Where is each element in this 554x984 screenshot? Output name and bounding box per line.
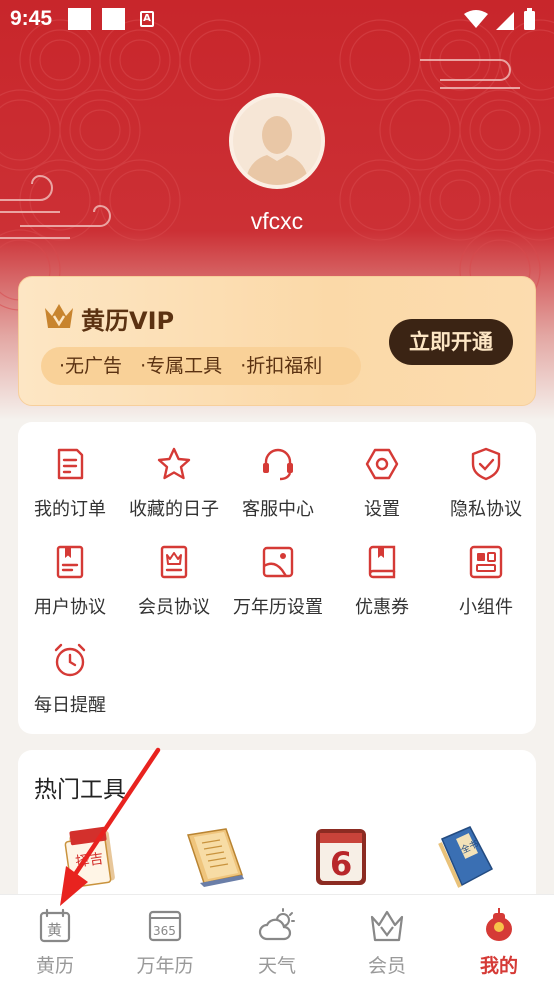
- menu-item-calendar-settings[interactable]: 万年历设置: [226, 520, 330, 618]
- tab-vip[interactable]: 会员: [332, 895, 442, 984]
- menu-item-label: 隐私协议: [450, 499, 522, 520]
- menu-item-label: 会员协议: [138, 597, 210, 618]
- tab-label: 黄历: [35, 955, 74, 977]
- order-icon: [57, 448, 84, 480]
- menu-item-label: 客服中心: [242, 499, 314, 520]
- huangli-glyph: 黄: [47, 921, 62, 939]
- notification-icon: [102, 8, 125, 30]
- menu-item-member-agreement[interactable]: 会员协议: [122, 520, 226, 618]
- headset-icon: [263, 448, 293, 481]
- vip-perk: ·无广告: [59, 355, 123, 377]
- tab-weather[interactable]: 天气: [222, 895, 332, 984]
- huangli-tab-icon: 黄: [39, 908, 71, 943]
- menu-item-label: 收藏的日子: [129, 499, 219, 520]
- vip-perk: ·折扣福利: [240, 355, 323, 377]
- menu-item-privacy[interactable]: 隐私协议: [434, 422, 538, 520]
- blue-book-tool-icon[interactable]: 全书: [430, 825, 500, 889]
- menu-item-label: 设置: [364, 499, 400, 520]
- menu-item-coupons[interactable]: 优惠券: [330, 520, 434, 618]
- calendar-365-glyph: 365: [153, 924, 176, 938]
- widget-icon: [469, 545, 503, 579]
- tab-profile[interactable]: 我的: [444, 895, 554, 984]
- almanac-tool-icon[interactable]: 择吉: [58, 825, 128, 889]
- notification-icon: [68, 8, 91, 30]
- menu-item-label: 每日提醒: [34, 695, 106, 716]
- calendar-6-tool-icon[interactable]: 6: [306, 825, 376, 889]
- open-vip-button[interactable]: 立即开通: [389, 319, 513, 365]
- crown-icon: [45, 304, 73, 328]
- tab-label: 天气: [257, 955, 296, 977]
- shield-icon: [471, 447, 501, 481]
- coupon-icon: [368, 545, 396, 579]
- menu-item-settings[interactable]: 设置: [330, 422, 434, 520]
- vip-crown-tab-icon: [370, 910, 404, 942]
- hot-tools-section: 热门工具 择吉 6 全书: [18, 750, 536, 910]
- accessibility-icon: A: [140, 11, 154, 27]
- calendar-365-tab-icon: 365: [148, 910, 182, 942]
- alarm-icon: [54, 643, 86, 677]
- tab-huangli[interactable]: 黄 黄历: [0, 895, 110, 984]
- menu-item-orders[interactable]: 我的订单: [18, 422, 122, 520]
- avatar[interactable]: [229, 93, 325, 189]
- profile-tab-icon: [486, 908, 512, 941]
- bottom-tab-bar: 黄 黄历 365 万年历 天气 会员 我的: [0, 894, 554, 984]
- book-tool-icon[interactable]: [180, 825, 250, 889]
- menu-item-label: 小组件: [459, 597, 513, 618]
- calendar-day-glyph: 6: [330, 845, 352, 883]
- vip-perk: ·专属工具: [140, 355, 223, 377]
- hot-tools-title: 热门工具: [34, 777, 126, 803]
- tab-label: 会员: [367, 955, 406, 977]
- settings-icon: [365, 448, 399, 480]
- menu-item-label: 用户协议: [34, 597, 106, 618]
- menu-item-label: 优惠券: [355, 597, 409, 618]
- user-silhouette-icon: [245, 116, 309, 185]
- member-agreement-icon: [160, 545, 188, 579]
- tab-label: 我的: [479, 955, 518, 977]
- signal-battery-icon: [464, 8, 535, 30]
- status-bar: 9:45 A: [0, 0, 554, 38]
- menu-item-widgets[interactable]: 小组件: [434, 520, 538, 618]
- username[interactable]: vfcxc: [0, 208, 554, 235]
- menu-item-favorites[interactable]: 收藏的日子: [122, 422, 226, 520]
- menu-item-customer-service[interactable]: 客服中心: [226, 422, 330, 520]
- status-time: 9:45: [10, 7, 53, 30]
- menu-item-label: 万年历设置: [233, 597, 323, 618]
- weather-tab-icon: [258, 908, 295, 941]
- menu-item-label: 我的订单: [34, 499, 106, 520]
- vip-perks: ·无广告 ·专属工具 ·折扣福利: [41, 347, 361, 385]
- menu-item-user-agreement[interactable]: 用户协议: [18, 520, 122, 618]
- vip-title: 黄历VIP: [81, 307, 175, 335]
- vip-card[interactable]: 黄历VIP ·无广告 ·专属工具 ·折扣福利 立即开通: [18, 276, 536, 406]
- tab-calendar[interactable]: 365 万年历: [110, 895, 220, 984]
- calendar-settings-icon: [262, 546, 294, 578]
- user-agreement-icon: [56, 545, 84, 579]
- star-icon: [157, 447, 191, 480]
- tab-label: 万年历: [136, 955, 194, 977]
- menu-item-daily-reminder[interactable]: 每日提醒: [18, 618, 122, 716]
- menu-grid: 我的订单 收藏的日子 客服中心 设置 隐私协议 用户协议 会员协议 万年历设置 …: [18, 422, 536, 734]
